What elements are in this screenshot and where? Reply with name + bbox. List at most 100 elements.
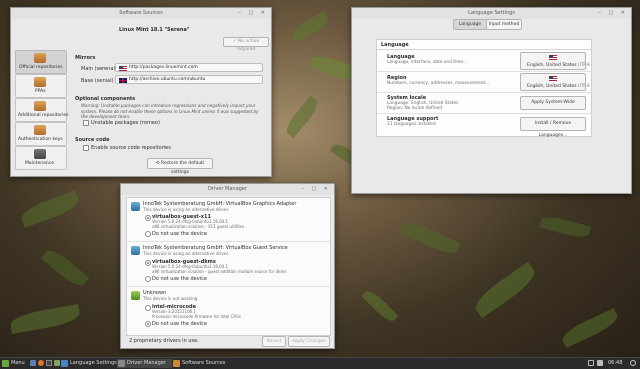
clock[interactable]: 06:48: [608, 360, 622, 366]
language-support-subtitle: 21 languages installed: [387, 122, 436, 127]
source-label: Enable source code repositories: [91, 145, 171, 151]
driver-radio[interactable]: [145, 215, 151, 221]
taskbar-item-software-sources[interactable]: Software Sources: [172, 359, 232, 368]
language-select-button[interactable]: English, United States UTF-8: [520, 52, 590, 70]
sidebar-item-official[interactable]: Official repositories: [15, 50, 67, 74]
driver-radio[interactable]: [145, 305, 151, 311]
taskbar-item-driver-manager[interactable]: Driver Manager: [117, 359, 172, 368]
quick-launch: [30, 360, 60, 367]
us-flag-icon: [549, 76, 557, 81]
apply-changes-button[interactable]: Apply Changes: [288, 336, 330, 347]
software-sources-icon: [173, 360, 180, 367]
driver-desc: x86 virtualization solution - guest addi…: [152, 269, 287, 274]
package-icon: [34, 53, 46, 63]
software-sources-window: Software Sources – □ ✕ Linux Mint 18.1 "…: [10, 7, 272, 177]
driver-radio[interactable]: [145, 321, 151, 327]
driver-desc: x86 virtualization solution - X11 guest …: [152, 224, 245, 229]
window-controls[interactable]: – □ ✕: [301, 184, 331, 195]
us-flag-icon: [549, 55, 557, 60]
window-title: Language Settings: [468, 10, 515, 16]
source-checkbox[interactable]: [83, 145, 89, 151]
key-icon: [34, 125, 46, 135]
os-heading: Linux Mint 18.1 "Serena": [119, 27, 190, 33]
device-icon: [131, 246, 140, 255]
main-mirror-button[interactable]: http://packages.linuxmint.com: [115, 63, 263, 72]
package-icon: [34, 77, 46, 87]
system-locale-subtitle: Language: English, United States Region:…: [387, 101, 459, 111]
driver-manager-window: Driver Manager – □ ✕ InnoTek Systemberat…: [120, 183, 335, 349]
no-action-button[interactable]: ✓ No action required: [223, 37, 269, 52]
tab-input-method[interactable]: Input method: [486, 19, 522, 30]
device-status: This device is not working.: [143, 296, 199, 301]
language-settings-titlebar[interactable]: Language Settings – □ ✕: [352, 8, 631, 19]
sidebar-item-maintenance[interactable]: Maintenance: [15, 146, 67, 170]
tab-language[interactable]: Language: [453, 19, 487, 30]
taskbar: Menu Language Settings Driver Manager So…: [0, 357, 640, 369]
install-remove-languages-button[interactable]: Install / Remove Languages...: [520, 117, 586, 138]
shutdown-icon[interactable]: [630, 360, 636, 366]
restore-defaults-button[interactable]: ⟲ Restore the default settings: [147, 158, 213, 175]
window-controls[interactable]: – □ ✕: [598, 8, 628, 19]
window-controls[interactable]: – □ ✕: [238, 8, 268, 19]
us-flag-icon: [119, 66, 127, 71]
optional-heading: Optional components: [75, 96, 136, 102]
mirrors-heading: Mirrors: [75, 55, 96, 61]
sidebar-item-label: Maintenance: [25, 161, 54, 166]
apply-system-wide-button[interactable]: Apply System-Wide: [520, 96, 586, 110]
driver-icon: [118, 360, 125, 367]
driver-name: Do not use the device: [152, 231, 207, 237]
main-mirror-label: Main (serena): [81, 66, 116, 72]
language-panel: Language Language Language, interface, d…: [376, 39, 592, 138]
package-icon: [34, 101, 46, 111]
device-icon: [131, 202, 140, 211]
driver-name: Do not use the device: [152, 321, 207, 327]
sidebar-item-keys[interactable]: Authentication keys: [15, 122, 67, 146]
sidebar-item-ppas[interactable]: PPAs: [15, 74, 67, 98]
language-icon: [61, 360, 68, 367]
volume-icon[interactable]: [597, 360, 603, 366]
browser-icon[interactable]: [38, 360, 44, 366]
source-heading: Source code: [75, 137, 110, 143]
base-mirror-button[interactable]: http://archive.ubuntu.com/ubuntu: [115, 75, 263, 84]
unstable-label: Unstable packages (romeo): [91, 120, 160, 126]
sidebar: Official repositories PPAs Additional re…: [15, 50, 69, 170]
device-status: This device is using an alternative driv…: [143, 251, 230, 256]
software-sources-titlebar[interactable]: Software Sources – □ ✕: [11, 8, 271, 19]
driver-manager-titlebar[interactable]: Driver Manager – □ ✕: [121, 184, 334, 195]
sidebar-item-additional[interactable]: Additional repositories: [15, 98, 69, 122]
sidebar-item-label: PPAs: [35, 89, 46, 94]
network-icon[interactable]: [588, 360, 594, 366]
region-row-subtitle: Numbers, currency, addresses, measuremen…: [387, 81, 490, 86]
sidebar-item-label: Additional repositories: [18, 113, 69, 118]
language-row-subtitle: Language, interface, date and time...: [387, 60, 468, 65]
mint-logo-icon: [2, 360, 9, 367]
driver-status: 2 proprietary drivers in use.: [129, 338, 199, 344]
restore-icon: ⟲: [155, 161, 160, 166]
driver-list: InnoTek Systemberatung GmbH: VirtualBox …: [126, 197, 331, 336]
driver-radio[interactable]: [145, 260, 151, 266]
sidebar-item-label: Official repositories: [19, 65, 63, 70]
section-heading: Language: [381, 42, 409, 48]
taskbar-item-language-settings[interactable]: Language Settings: [60, 359, 117, 368]
maintenance-icon: [34, 149, 46, 159]
menu-button[interactable]: Menu: [1, 359, 29, 368]
driver-name: Do not use the device: [152, 276, 207, 282]
window-title: Software Sources: [119, 10, 163, 16]
window-title: Driver Manager: [208, 186, 247, 192]
terminal-icon[interactable]: [46, 360, 52, 366]
sidebar-item-label: Authentication keys: [18, 137, 63, 142]
revert-button[interactable]: Revert: [262, 336, 286, 347]
unstable-warning: Warning: Unstable packages can introduce…: [81, 103, 259, 119]
driver-desc: Processor microcode firmware for Intel C…: [152, 314, 241, 319]
driver-radio[interactable]: [145, 276, 151, 282]
device-status: This device is using an alternative driv…: [143, 207, 230, 212]
driver-radio[interactable]: [145, 231, 151, 237]
language-settings-window: Language Settings – □ ✕ Language Input m…: [351, 7, 632, 194]
unstable-checkbox[interactable]: [83, 120, 89, 126]
show-desktop-icon[interactable]: [30, 360, 36, 366]
check-icon: ✓: [232, 39, 237, 44]
base-mirror-label: Base (xenial): [81, 78, 114, 84]
region-select-button[interactable]: English, United States UTF-8: [520, 73, 590, 91]
system-tray: [588, 360, 604, 367]
uk-flag-icon: [119, 78, 127, 83]
